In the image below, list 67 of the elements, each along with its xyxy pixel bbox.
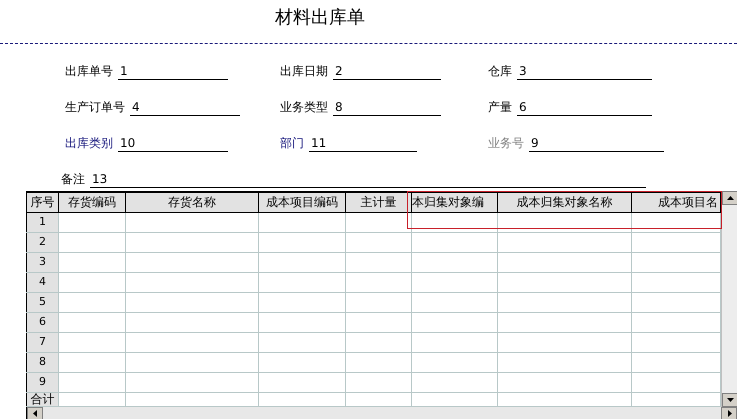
row-number: 6 xyxy=(26,312,58,332)
table-cell xyxy=(58,372,126,392)
input-field[interactable]: 11 xyxy=(309,134,417,152)
table-cell xyxy=(58,332,126,352)
table-cell xyxy=(346,372,412,392)
row-number: 3 xyxy=(26,252,58,272)
scroll-up-button[interactable] xyxy=(722,191,737,205)
arrow-icon xyxy=(726,194,734,202)
column-header[interactable]: 成本项目编码 xyxy=(258,192,346,212)
table-cell xyxy=(58,392,126,406)
table-cell xyxy=(58,352,126,372)
field-label: 出库日期 xyxy=(280,63,328,80)
field-label: 仓库 xyxy=(488,63,512,80)
column-header[interactable]: 存货名称 xyxy=(126,192,258,212)
field-label: 产量 xyxy=(488,99,512,116)
table-cell xyxy=(58,232,126,252)
table-cell xyxy=(58,272,126,292)
row-number: 1 xyxy=(26,212,58,232)
field-label: 部门 xyxy=(280,135,304,152)
column-header[interactable]: 成本归集对象名称 xyxy=(498,192,632,212)
scroll-left-button[interactable] xyxy=(27,406,43,419)
row-number: 5 xyxy=(26,292,58,312)
horizontal-scrollbar[interactable] xyxy=(26,406,737,419)
input-field[interactable]: 2 xyxy=(333,62,441,80)
field-label: 备注 xyxy=(61,171,85,188)
table-cell xyxy=(346,332,412,352)
input-field[interactable]: 6 xyxy=(517,98,652,116)
input-field[interactable]: 9 xyxy=(529,134,664,152)
table-cell xyxy=(346,392,412,406)
table-cell xyxy=(346,292,412,312)
field-label: 出库单号 xyxy=(65,63,113,80)
table-cell xyxy=(346,232,412,252)
input-field[interactable]: 1 xyxy=(118,62,228,80)
table-cell xyxy=(346,252,412,272)
column-header[interactable]: 成本项目名 xyxy=(632,192,720,212)
field-label: 业务类型 xyxy=(280,99,328,116)
total-label: 合计 xyxy=(26,392,58,406)
row-number: 4 xyxy=(26,272,58,292)
row-number: 8 xyxy=(26,352,58,372)
field-label: 出库类别 xyxy=(65,135,113,152)
input-field[interactable]: 3 xyxy=(517,62,652,80)
field-label: 生产订单号 xyxy=(65,99,125,116)
input-field[interactable]: 13 xyxy=(90,170,646,188)
table-cell xyxy=(346,212,412,232)
input-field[interactable]: 4 xyxy=(130,98,240,116)
column-header[interactable]: 存货编码 xyxy=(58,192,126,212)
column-header[interactable]: 主计量 xyxy=(346,192,412,212)
table-cell xyxy=(58,292,126,312)
table-cell xyxy=(58,312,126,332)
scroll-right-button[interactable] xyxy=(721,406,737,419)
table-cell xyxy=(346,352,412,372)
input-field[interactable]: 8 xyxy=(333,98,441,116)
scroll-down-button[interactable] xyxy=(722,392,737,406)
table-cell xyxy=(346,272,412,292)
table-cell xyxy=(346,312,412,332)
form-title: 材料出库单 xyxy=(275,7,365,28)
column-header[interactable]: 序号 xyxy=(26,192,58,212)
input-field[interactable]: 10 xyxy=(118,134,228,152)
column-header[interactable]: 本归集对象编 xyxy=(412,192,498,212)
row-number: 7 xyxy=(26,332,58,352)
arrow-icon xyxy=(32,410,38,417)
row-number: 9 xyxy=(26,372,58,392)
vertical-scrollbar[interactable] xyxy=(721,191,737,406)
table-cell xyxy=(58,212,126,232)
row-number: 2 xyxy=(26,232,58,252)
field-label: 业务号 xyxy=(488,135,524,152)
table-cell xyxy=(58,252,126,272)
